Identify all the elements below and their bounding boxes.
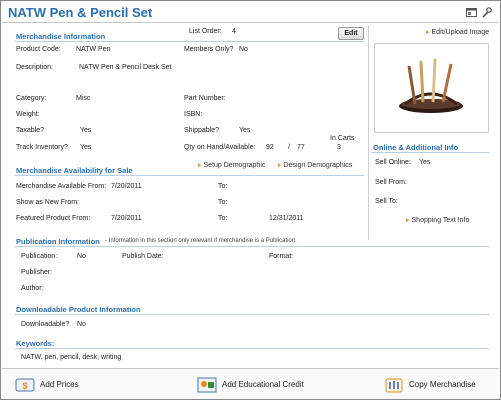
qty-separator: / xyxy=(288,144,290,151)
publication-value: No xyxy=(77,253,86,260)
arrow-right-icon: ▸ xyxy=(426,29,430,36)
education-credit-icon xyxy=(197,377,217,393)
publication-note: - Information in this section only relev… xyxy=(105,238,297,244)
column-divider xyxy=(368,25,369,240)
arrow-right-icon: ▸ xyxy=(198,162,202,169)
sell-from-label: Sell From: xyxy=(375,179,407,186)
shopping-text-info-link[interactable]: ▸ Shopping Text Info xyxy=(406,216,469,224)
sell-online-value: Yes xyxy=(419,159,431,166)
qty-on-hand-value: 92 xyxy=(266,144,274,151)
divider xyxy=(15,41,364,42)
list-order-value: 4 xyxy=(232,28,236,35)
downloadable-label: Downloadable? xyxy=(21,321,70,328)
edit-upload-image-link[interactable]: ▸ Edit/Upload Image xyxy=(426,28,489,36)
shippable-value: Yes xyxy=(239,127,251,134)
add-educational-credit-label: Add Educational Credit xyxy=(222,380,304,389)
in-carts-label: In Carts xyxy=(330,135,355,142)
add-educational-credit-button[interactable]: Add Educational Credit xyxy=(197,376,337,394)
product-code-label: Product Code: xyxy=(16,46,61,53)
publication-heading: Publication Information xyxy=(16,237,100,246)
description-value: NATW Pen & Pencil Desk Set xyxy=(79,64,172,71)
edit-upload-image-label: Edit/Upload Image xyxy=(431,29,490,36)
show-new-label: Show as New From: xyxy=(16,199,80,206)
copy-merchandise-label: Copy Merchandise xyxy=(409,380,476,389)
publisher-label: Publisher: xyxy=(21,269,53,276)
availability-heading: Merchandise Availability for Sale xyxy=(16,166,133,175)
window-title: NATW Pen & Pencil Set xyxy=(8,5,153,20)
merchandise-window: NATW Pen & Pencil Set List Order: 4 Edit… xyxy=(0,0,501,400)
format-label: Format: xyxy=(269,253,294,260)
publication-label: Publication: xyxy=(21,253,58,260)
divider xyxy=(15,246,489,247)
list-order-label: List Order: xyxy=(189,28,222,35)
part-number-label: Part Number: xyxy=(184,95,226,102)
featured-to-label: To: xyxy=(218,215,228,222)
price-tag-icon: $ xyxy=(15,378,35,392)
setup-demographic-link[interactable]: ▸ Setup Demographic xyxy=(198,161,265,169)
category-value: Misc xyxy=(76,95,91,102)
category-label: Category: xyxy=(16,95,47,102)
layout-icon[interactable] xyxy=(466,7,477,18)
qty-label: Qty on Hand/Available: xyxy=(184,144,256,151)
divider xyxy=(15,175,364,176)
members-only-value: No xyxy=(239,46,248,53)
author-label: Author: xyxy=(21,285,44,292)
isbn-label: ISBN: xyxy=(184,111,203,118)
divider xyxy=(15,314,489,315)
show-new-to-label: To: xyxy=(218,199,228,206)
merchandise-info-heading: Merchandise Information xyxy=(16,32,106,41)
pen-set-image xyxy=(399,58,463,113)
setup-demographic-label: Setup Demographic xyxy=(203,162,266,169)
design-demographics-label: Design Demographics xyxy=(283,162,353,169)
taxable-value: Yes xyxy=(80,127,92,134)
wrench-icon[interactable] xyxy=(481,7,492,18)
members-only-label: Members Only? xyxy=(184,46,234,53)
edit-button[interactable]: Edit xyxy=(338,27,364,40)
featured-label: Featured Product From: xyxy=(16,215,91,222)
add-prices-button[interactable]: $ Add Prices xyxy=(15,376,95,394)
in-carts-value: 3 xyxy=(337,144,341,151)
arrow-right-icon: ▸ xyxy=(406,217,410,224)
track-inventory-label: Track Inventory? xyxy=(16,144,68,151)
qty-available-value: 77 xyxy=(297,144,305,151)
add-prices-label: Add Prices xyxy=(40,380,79,389)
copy-merchandise-icon xyxy=(385,378,403,393)
description-label: Description: xyxy=(16,64,53,71)
shopping-text-info-label: Shopping Text Info xyxy=(411,217,470,224)
design-demographics-link[interactable]: ▸ Design Demographics xyxy=(278,161,352,169)
svg-text:$: $ xyxy=(22,381,27,391)
keywords-heading: Keywords: xyxy=(16,339,55,348)
available-from-label: Merchandise Available From: xyxy=(16,183,107,190)
available-to-label: To: xyxy=(218,183,228,190)
online-info-heading: Online & Additional Info xyxy=(373,143,459,152)
track-inventory-value: Yes xyxy=(80,144,92,151)
sell-online-label: Sell Online: xyxy=(375,159,411,166)
weight-label: Weight: xyxy=(16,111,40,118)
downloadable-value: No xyxy=(77,321,86,328)
taxable-label: Taxable? xyxy=(16,127,45,134)
arrow-right-icon: ▸ xyxy=(278,162,282,169)
title-bar: NATW Pen & Pencil Set xyxy=(2,2,499,23)
downloadable-heading: Downloadable Product Information xyxy=(16,305,141,314)
featured-to-value: 12/31/2011 xyxy=(269,215,304,222)
shippable-label: Shippable? xyxy=(184,127,220,134)
copy-merchandise-button[interactable]: Copy Merchandise xyxy=(384,376,484,394)
available-from-value: 7/20/2011 xyxy=(111,183,142,190)
divider xyxy=(371,152,489,153)
product-code-value: NATW Pen xyxy=(76,46,111,53)
keywords-value: NATW, pen, pencil, desk, writing xyxy=(21,354,122,361)
publish-date-label: Publish Date: xyxy=(122,253,164,260)
sell-to-label: Sell To: xyxy=(375,198,398,205)
featured-from-value: 7/20/2011 xyxy=(111,215,142,222)
product-image xyxy=(374,43,489,133)
divider xyxy=(15,348,489,349)
action-bar: $ Add Prices Add Educational Credit Copy… xyxy=(2,368,499,399)
